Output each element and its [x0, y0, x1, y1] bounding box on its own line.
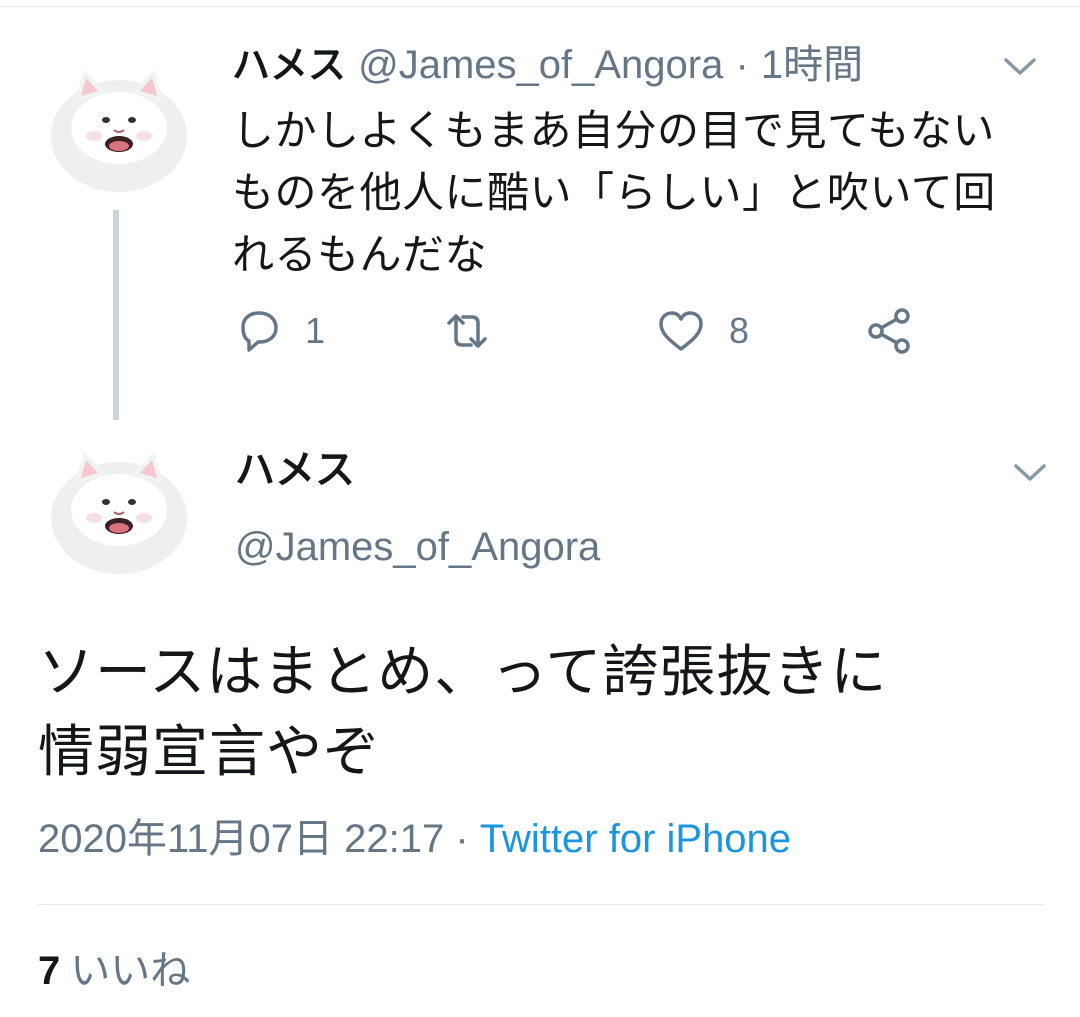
- tweet-meta: 2020年11月07日 22:17 · Twitter for iPhone: [38, 813, 791, 865]
- like-count: 8: [729, 310, 750, 351]
- cat-avatar-image: [51, 452, 187, 574]
- avatar[interactable]: [44, 440, 194, 580]
- meta-separator: ·: [735, 43, 749, 87]
- likes-label: いいね: [70, 948, 191, 994]
- like-icon: [659, 311, 703, 351]
- tweet-text-line: ソースはまとめ、って誇張抜きに: [38, 640, 888, 705]
- username[interactable]: @James_of_Angora: [235, 522, 600, 572]
- tweet-text-line: 情弱宣言やぞ: [38, 720, 380, 785]
- tweet-text-line: ものを他人に酷い「らしい」と吹いて回: [232, 168, 996, 217]
- like-button[interactable]: 8: [655, 305, 749, 357]
- display-name[interactable]: ハメス: [235, 445, 355, 495]
- cat-avatar-image: [51, 70, 187, 192]
- tweet-text-line: しかしよくもまあ自分の目で見てもない: [232, 106, 995, 155]
- display-name[interactable]: ハメス: [232, 43, 346, 87]
- meta-separator: ·: [455, 817, 469, 861]
- share-button[interactable]: [864, 305, 916, 357]
- reply-button[interactable]: 1: [233, 305, 325, 357]
- retweet-icon: [447, 314, 487, 348]
- reply-icon: [241, 311, 278, 352]
- username[interactable]: @James_of_Angora: [358, 43, 723, 87]
- divider: [38, 904, 1044, 905]
- likes-count: 7: [38, 949, 61, 993]
- tweet-text-line: れるもんだな: [232, 230, 488, 279]
- thread-line: [113, 210, 119, 420]
- tweet-text: ソースはまとめ、って誇張抜きに 情弱宣言やぞ: [38, 633, 1048, 793]
- tweet-timestamp[interactable]: 2020年11月07日 22:17: [38, 817, 444, 861]
- reply-count: 1: [305, 310, 326, 351]
- chevron-down-icon[interactable]: [1000, 46, 1040, 86]
- top-border: [0, 0, 1080, 7]
- tweet-source-link[interactable]: Twitter for iPhone: [480, 817, 791, 861]
- likes-summary[interactable]: 7 いいね: [38, 945, 190, 997]
- tweet-time[interactable]: 1時間: [761, 43, 863, 87]
- share-icon: [868, 308, 910, 354]
- avatar[interactable]: [44, 58, 194, 198]
- tweet-header: ハメス @James_of_Angora · 1時間: [232, 40, 863, 90]
- tweet-text: しかしよくもまあ自分の目で見てもない ものを他人に酷い「らしい」と吹いて回 れる…: [232, 100, 1052, 286]
- chevron-down-icon[interactable]: [1010, 452, 1050, 492]
- retweet-button[interactable]: [441, 305, 513, 357]
